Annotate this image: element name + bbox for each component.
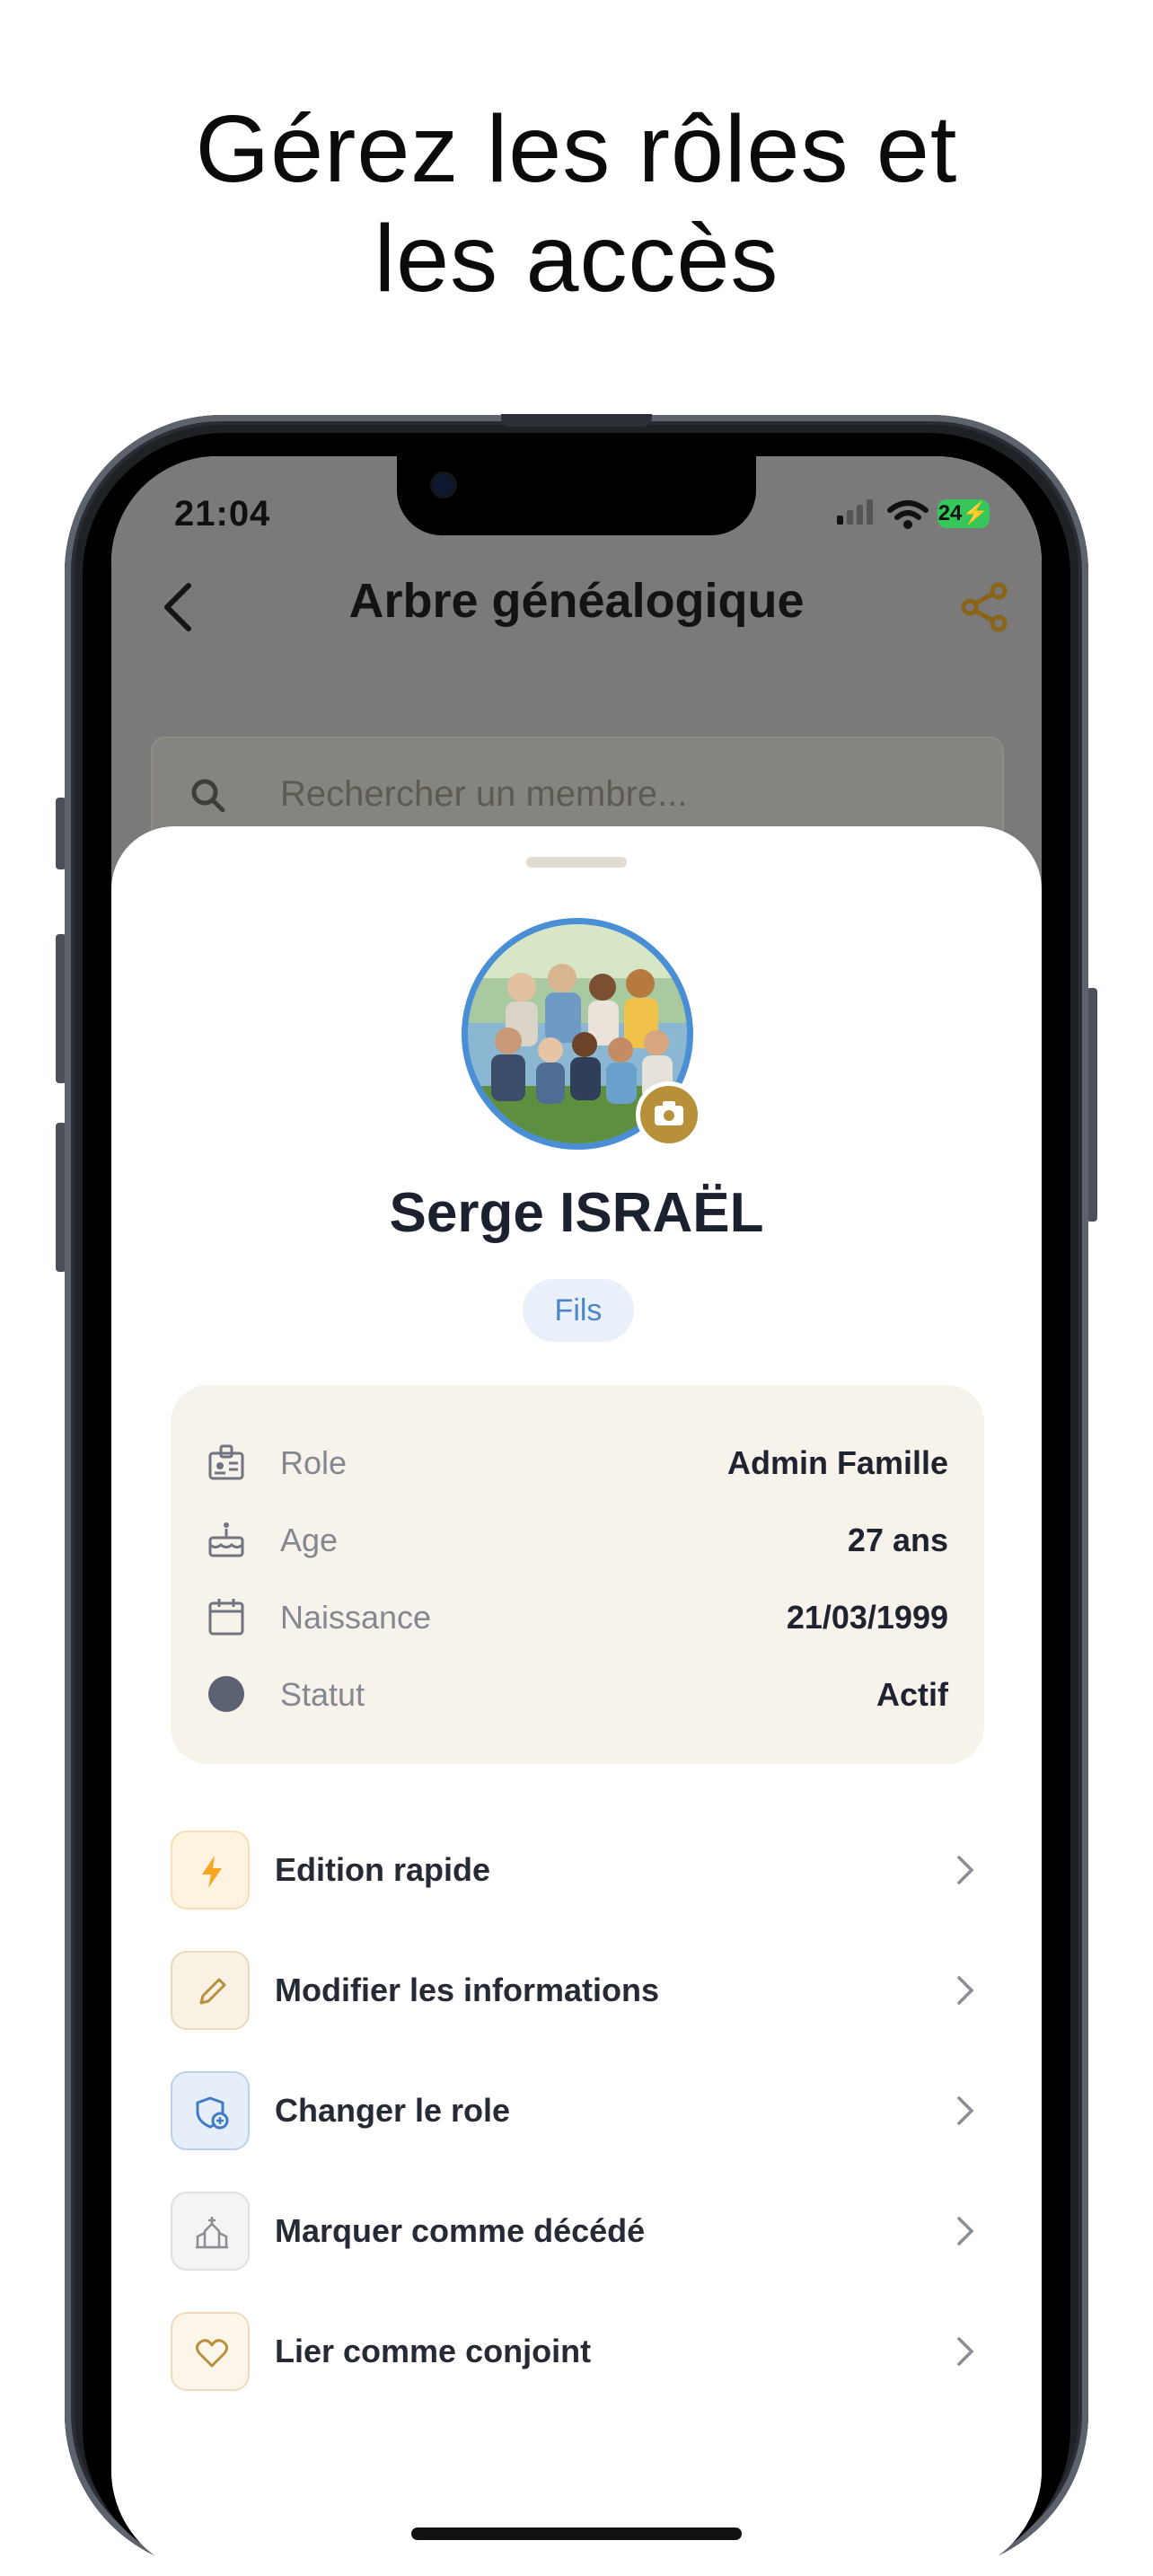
signal-icon xyxy=(837,516,843,525)
info-row-age: Age 27 ans xyxy=(171,1504,984,1575)
action-edit-info[interactable]: Modifier les informations xyxy=(171,1947,984,2035)
action-change-role[interactable]: Changer le role xyxy=(171,2068,984,2156)
headline-line-2: les accès xyxy=(374,206,779,312)
search-icon xyxy=(191,779,225,813)
action-label: Marquer comme décédé xyxy=(275,2212,646,2249)
action-quick-edit[interactable]: Edition rapide xyxy=(171,1827,984,1915)
cake-icon xyxy=(208,1522,244,1557)
info-value: Admin Famille xyxy=(726,1444,948,1481)
sheet-grabber[interactable] xyxy=(526,857,627,868)
headline-line-1: Gérez les rôles et xyxy=(195,96,958,202)
status-time: 21:04 xyxy=(174,494,271,534)
info-label: Statut xyxy=(280,1676,365,1713)
info-row-birth: Naissance 21/03/1999 xyxy=(171,1581,984,1653)
info-label: Age xyxy=(280,1522,339,1558)
front-camera xyxy=(433,474,454,496)
home-indicator[interactable] xyxy=(411,2527,742,2540)
chevron-right-icon xyxy=(957,2217,974,2245)
share-icon[interactable] xyxy=(959,582,1009,632)
heart-icon xyxy=(171,2312,250,2391)
info-label: Naissance xyxy=(280,1599,432,1636)
battery-indicator: 24⚡ xyxy=(937,499,990,528)
info-row-role: Role Admin Famille xyxy=(171,1426,984,1498)
chevron-right-icon xyxy=(957,1976,974,2005)
lightning-icon xyxy=(171,1831,250,1910)
id-badge-icon xyxy=(208,1444,244,1480)
info-row-status: Statut Actif xyxy=(171,1658,984,1730)
wifi-icon xyxy=(887,500,929,529)
relation-badge: Fils xyxy=(523,1279,634,1342)
status-dot-icon xyxy=(208,1676,244,1712)
top-speaker xyxy=(501,414,652,427)
action-mark-deceased[interactable]: Marquer comme décédé xyxy=(171,2188,984,2276)
page-title: Arbre généalogique xyxy=(348,574,805,628)
action-label: Edition rapide xyxy=(275,1851,491,1888)
member-bottom-sheet: Serge ISRAËL Fils Role Admin Famille Age… xyxy=(111,826,1042,2576)
info-value: 21/03/1999 xyxy=(786,1599,948,1636)
action-label: Lier comme conjoint xyxy=(275,2333,592,2369)
info-label: Role xyxy=(280,1444,348,1481)
action-link-spouse[interactable]: Lier comme conjoint xyxy=(171,2308,984,2396)
info-card: Role Admin Famille Age 27 ans Naissance … xyxy=(171,1385,984,1764)
phone-screen: 21:04 24⚡ Arbre généalogique Rechercher … xyxy=(111,456,1042,2576)
shield-icon xyxy=(171,2071,250,2150)
chevron-right-icon xyxy=(957,2096,974,2125)
phone-frame: 21:04 24⚡ Arbre généalogique Rechercher … xyxy=(65,414,1088,2576)
camera-notch xyxy=(397,456,756,535)
calendar-icon xyxy=(208,1599,244,1636)
info-value: Actif xyxy=(876,1676,948,1713)
chevron-right-icon xyxy=(957,2337,974,2366)
headline: Gérez les rôles et les accès xyxy=(0,94,1153,313)
camera-icon[interactable] xyxy=(636,1081,702,1148)
action-label: Changer le role xyxy=(275,2092,511,2129)
status-icons: 24⚡ xyxy=(837,494,990,530)
info-value: 27 ans xyxy=(847,1522,948,1558)
pencil-icon xyxy=(171,1951,250,2030)
search-input[interactable]: Rechercher un membre... xyxy=(280,774,688,815)
chevron-right-icon xyxy=(957,1856,974,1884)
action-label: Modifier les informations xyxy=(275,1972,660,2008)
church-icon xyxy=(171,2192,250,2271)
member-name: Serge ISRAËL xyxy=(389,1182,764,1244)
